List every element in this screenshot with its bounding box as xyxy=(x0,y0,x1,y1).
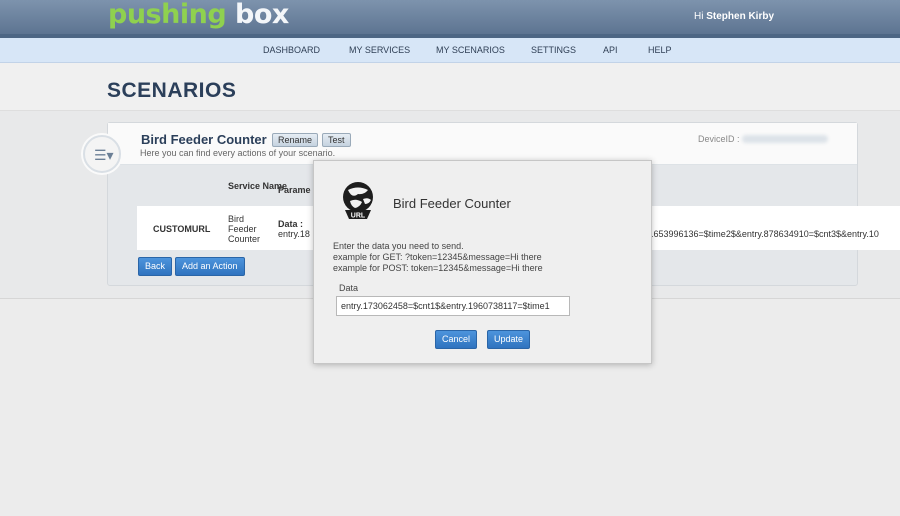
modal-instruction: Enter the data you need to send. xyxy=(333,241,464,251)
param-data-tail: .653996136=$time2$&entry.878634910=$cnt3… xyxy=(651,229,879,239)
update-button[interactable]: Update xyxy=(487,330,531,349)
test-button[interactable]: Test xyxy=(322,133,351,147)
rename-button[interactable]: Rename xyxy=(272,133,319,147)
list-menu-icon: ☰▾ xyxy=(94,147,114,163)
action-type: CUSTOMURL xyxy=(153,224,211,234)
scenario-menu-button[interactable]: ☰▾ xyxy=(83,135,121,173)
param-data-label: Data : xyxy=(278,219,304,229)
nav-dashboard[interactable]: DASHBOARD xyxy=(263,45,320,55)
user-greeting[interactable]: Hi Stephen Kirby xyxy=(694,11,774,22)
user-name: Stephen Kirby xyxy=(706,11,775,22)
logo-text-part2: box xyxy=(226,0,289,30)
cancel-button[interactable]: Cancel xyxy=(435,330,478,349)
back-button[interactable]: Back xyxy=(138,257,173,276)
nav-help[interactable]: HELP xyxy=(648,45,672,55)
add-action-button[interactable]: Add an Action xyxy=(175,257,245,276)
url-logo-text: URL xyxy=(351,213,366,220)
param-data-start: entry.18 xyxy=(278,229,310,239)
page-header: SCENARIOS xyxy=(0,63,900,111)
user-hi: Hi xyxy=(694,11,704,22)
header-parameters: Parame xyxy=(278,185,311,195)
service-line-2: Feeder xyxy=(228,224,257,234)
modal-example-post: example for POST: token=12345&message=Hi… xyxy=(333,263,543,273)
nav-api[interactable]: API xyxy=(603,45,618,55)
page-title: SCENARIOS xyxy=(107,79,237,102)
service-line-1: Bird xyxy=(228,214,245,224)
nav-settings[interactable]: SETTINGS xyxy=(531,45,576,55)
modal-title: Bird Feeder Counter xyxy=(393,196,511,211)
logo-text-part1: pushing xyxy=(108,0,227,30)
pushingbox-logo[interactable]: pushing box xyxy=(108,0,289,32)
scenario-name: Bird Feeder Counter xyxy=(141,132,267,147)
url-globe-icon: URL xyxy=(343,182,373,220)
scenario-subtitle: Here you can find every actions of your … xyxy=(140,148,336,158)
device-id-blurred-value xyxy=(742,135,828,143)
data-field-input[interactable] xyxy=(336,296,570,316)
main-nav: DASHBOARD MY SERVICES MY SCENARIOS SETTI… xyxy=(0,38,900,63)
scenario-panel-header: Bird Feeder Counter Rename Test Here you… xyxy=(108,123,857,165)
nav-my-scenarios[interactable]: MY SCENARIOS xyxy=(436,45,505,55)
modal-example-get: example for GET: ?token=12345&message=Hi… xyxy=(333,252,542,262)
update-data-modal: URL Bird Feeder Counter Enter the data y… xyxy=(313,160,652,364)
nav-my-services[interactable]: MY SERVICES xyxy=(349,45,410,55)
device-id-label: DeviceID : xyxy=(698,134,740,144)
data-field-label: Data xyxy=(339,283,359,293)
service-line-3: Counter xyxy=(228,234,261,244)
